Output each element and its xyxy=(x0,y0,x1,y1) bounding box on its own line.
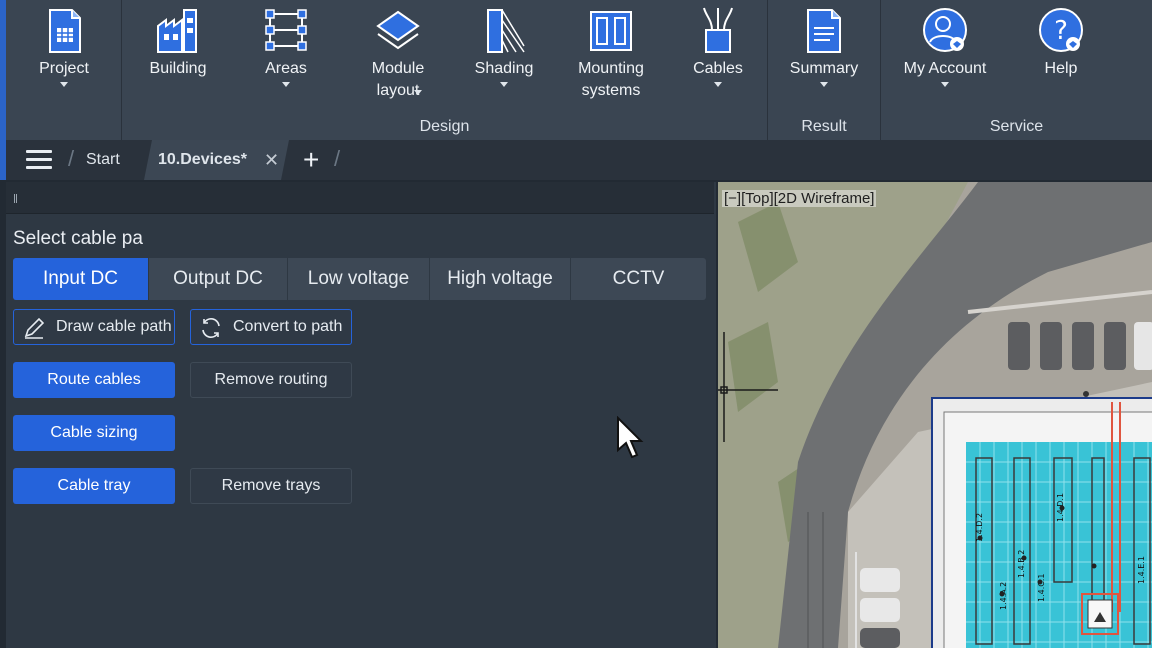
module-layout-button[interactable]: Module layout xyxy=(350,6,446,102)
panel-drag-handle[interactable] xyxy=(6,182,714,214)
remove-routing-button[interactable]: Remove routing xyxy=(190,362,352,398)
tab-input-dc[interactable]: Input DC xyxy=(13,258,149,300)
menu-icon[interactable] xyxy=(26,150,52,170)
ribbon: Project Building Areas Module layout Sha… xyxy=(0,0,1152,140)
ribbon-group-project: Project xyxy=(6,0,122,140)
module-layout-label: Module layout xyxy=(371,60,425,99)
project-icon xyxy=(49,9,81,53)
cable-type-tabs: Input DC Output DC Low voltage High volt… xyxy=(13,258,706,300)
chevron-down-icon xyxy=(282,82,290,87)
project-button[interactable]: Project xyxy=(16,6,112,87)
cable-tray-button[interactable]: Cable tray xyxy=(13,468,175,504)
project-label: Project xyxy=(39,60,89,77)
svg-text:?: ? xyxy=(1054,16,1068,46)
ribbon-group-result-label: Result xyxy=(801,118,847,135)
shading-icon xyxy=(487,9,525,53)
route-cables-button[interactable]: Route cables xyxy=(13,362,175,398)
draw-cable-path-label: Draw cable path xyxy=(56,318,172,335)
shading-label: Shading xyxy=(474,60,534,77)
ribbon-group-design: Building Areas Module layout Shading Mou… xyxy=(122,0,768,140)
cable-panel: Select cable pa Input DC Output DC Low v… xyxy=(6,182,716,648)
cables-icon xyxy=(703,7,733,53)
mouse-pointer-icon xyxy=(617,416,644,459)
ribbon-group-result: Summary Result xyxy=(768,0,881,140)
chevron-down-icon xyxy=(941,82,949,87)
viewport-label[interactable]: [−][Top][2D Wireframe] xyxy=(722,190,877,207)
summary-label: Summary xyxy=(789,60,859,77)
areas-label: Areas xyxy=(265,60,307,77)
chevron-down-icon xyxy=(414,90,422,95)
tab-output-dc[interactable]: Output DC xyxy=(149,258,288,300)
tab-separator: / xyxy=(334,146,341,171)
add-tab-icon[interactable]: + xyxy=(303,142,319,178)
string-label: 1.4.E.1 xyxy=(1137,556,1146,584)
chevron-down-icon xyxy=(60,82,68,87)
refresh-icon xyxy=(202,318,220,338)
mounting-systems-label: Mounting systems xyxy=(578,60,644,99)
chevron-down-icon xyxy=(820,82,828,87)
tab-low-voltage[interactable]: Low voltage xyxy=(288,258,430,300)
ribbon-group-design-label: Design xyxy=(419,118,470,135)
tab-separator: / xyxy=(68,146,75,171)
pencil-icon xyxy=(24,317,45,339)
help-button[interactable]: ? Help xyxy=(1013,6,1109,80)
convert-to-path-label: Convert to path xyxy=(233,318,343,335)
summary-button[interactable]: Summary xyxy=(776,6,872,87)
mounting-systems-icon xyxy=(590,11,632,51)
building-label: Building xyxy=(149,60,207,77)
ribbon-group-service-label: Service xyxy=(989,118,1044,135)
tab-start[interactable]: Start xyxy=(86,140,120,180)
my-account-label: My Account xyxy=(903,60,987,77)
tab-high-voltage[interactable]: High voltage xyxy=(430,258,571,300)
cables-button[interactable]: Cables xyxy=(670,6,766,87)
close-icon[interactable]: ✕ xyxy=(264,140,279,180)
aerial-map: 1.4.D.1 1.4.B.2 1.4.A.2 1.4.E.1 1.4.C.1 … xyxy=(718,182,1152,648)
help-icon: ? xyxy=(1039,8,1083,52)
shading-button[interactable]: Shading xyxy=(456,6,552,87)
document-tab-bar: / Start 10.Devices* ✕ + / xyxy=(0,140,1152,180)
areas-button[interactable]: Areas xyxy=(238,6,334,87)
tab-cctv[interactable]: CCTV xyxy=(571,258,706,300)
module-layout-icon xyxy=(376,10,420,50)
ribbon-group-service: My Account ? Help Service xyxy=(881,0,1152,140)
map-viewport[interactable]: 1.4.D.1 1.4.B.2 1.4.A.2 1.4.E.1 1.4.C.1 … xyxy=(718,182,1152,648)
string-label: 1.4.B.2 xyxy=(1017,550,1026,578)
convert-to-path-button[interactable]: Convert to path xyxy=(190,309,352,345)
building-icon xyxy=(157,9,197,53)
summary-icon xyxy=(807,9,841,53)
chevron-down-icon xyxy=(500,82,508,87)
chevron-down-icon xyxy=(714,82,722,87)
my-account-button[interactable]: My Account xyxy=(897,6,993,87)
draw-cable-path-button[interactable]: Draw cable path xyxy=(13,309,175,345)
string-label: 1.4.C.1 xyxy=(1037,574,1046,602)
account-icon xyxy=(923,8,967,52)
help-label: Help xyxy=(1044,60,1078,77)
areas-icon xyxy=(265,9,307,51)
panel-title: Select cable pa xyxy=(13,228,143,249)
cables-label: Cables xyxy=(693,60,743,77)
remove-trays-button[interactable]: Remove trays xyxy=(190,468,352,504)
cable-sizing-button[interactable]: Cable sizing xyxy=(13,415,175,451)
building-button[interactable]: Building xyxy=(130,6,226,80)
mounting-systems-button[interactable]: Mounting systems xyxy=(563,6,659,102)
